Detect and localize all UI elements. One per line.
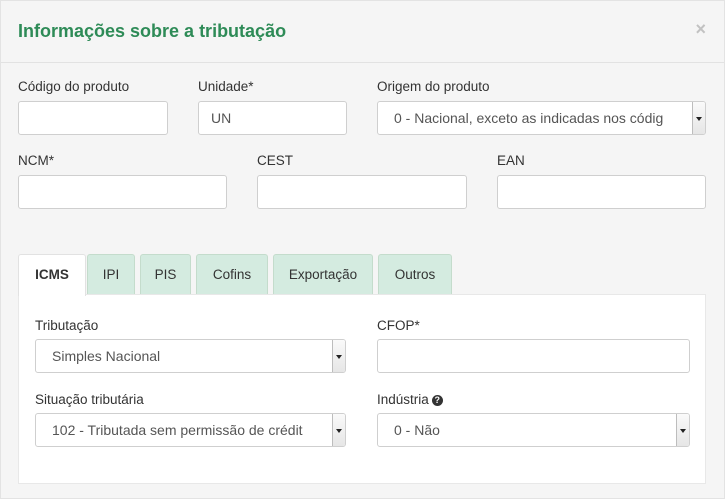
cfop-label: CFOP* <box>377 318 420 333</box>
origem-produto-select[interactable]: 0 - Nacional, exceto as indicadas nos có… <box>377 101 706 135</box>
cest-label: CEST <box>257 153 294 168</box>
industria-label-wrap: Indústria? <box>377 392 443 407</box>
tax-info-modal: Informações sobre a tributação × Código … <box>0 0 725 499</box>
ncm-input[interactable] <box>18 175 227 209</box>
origem-produto-label: Origem do produto <box>377 79 490 94</box>
tab-icms[interactable]: ICMS <box>18 254 86 296</box>
dropdown-arrow-icon <box>332 414 345 446</box>
origem-produto-value: 0 - Nacional, exceto as indicadas nos có… <box>394 110 664 126</box>
tributacao-label: Tributação <box>35 318 99 333</box>
industria-label: Indústria <box>377 392 429 407</box>
cfop-input[interactable] <box>377 339 690 373</box>
tab-cofins[interactable]: Cofins <box>196 254 268 295</box>
tab-exportacao[interactable]: Exportação <box>273 254 373 295</box>
ean-label: EAN <box>497 153 525 168</box>
tab-outros[interactable]: Outros <box>378 254 452 295</box>
dropdown-arrow-icon <box>332 340 345 372</box>
modal-header: Informações sobre a tributação × <box>1 1 724 63</box>
codigo-produto-input[interactable] <box>18 101 168 135</box>
situacao-tributaria-label: Situação tributária <box>35 392 144 407</box>
industria-value: 0 - Não <box>394 422 440 438</box>
dropdown-arrow-icon <box>676 414 689 446</box>
tab-pis[interactable]: PIS <box>140 254 191 295</box>
codigo-produto-label: Código do produto <box>18 79 130 94</box>
cest-input[interactable] <box>257 175 467 209</box>
situacao-tributaria-select[interactable]: 102 - Tributada sem permissão de crédit <box>35 413 346 447</box>
industria-select[interactable]: 0 - Não <box>377 413 690 447</box>
situacao-tributaria-value: 102 - Tributada sem permissão de crédit <box>52 422 303 438</box>
unidade-input[interactable]: UN <box>198 101 347 135</box>
ncm-label: NCM* <box>18 153 54 168</box>
tab-ipi[interactable]: IPI <box>87 254 135 295</box>
close-icon[interactable]: × <box>695 19 706 39</box>
icms-tab-panel: Tributação Simples Nacional CFOP* Situaç… <box>18 294 706 484</box>
tributacao-select[interactable]: Simples Nacional <box>35 339 346 373</box>
unidade-label: Unidade* <box>198 79 254 94</box>
tributacao-value: Simples Nacional <box>52 348 161 364</box>
ean-input[interactable] <box>497 175 706 209</box>
dropdown-arrow-icon <box>692 102 705 134</box>
question-circle-icon[interactable]: ? <box>431 395 443 406</box>
modal-title: Informações sobre a tributação <box>18 21 287 41</box>
